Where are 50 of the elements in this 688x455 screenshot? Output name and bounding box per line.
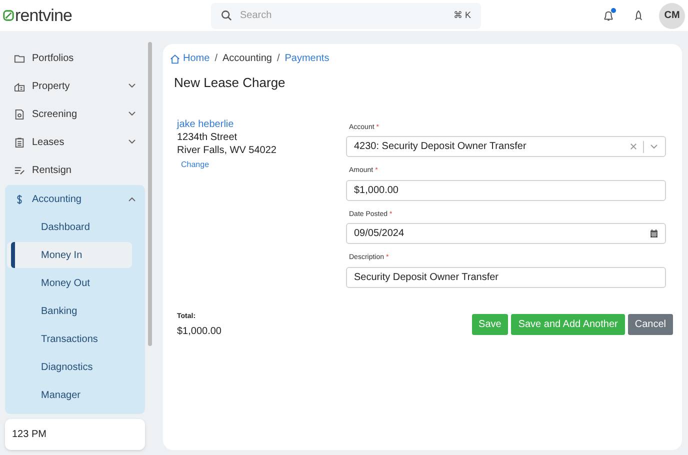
signature-icon	[14, 164, 25, 176]
bell-icon[interactable]	[603, 10, 614, 22]
breadcrumb-link[interactable]: Home	[170, 51, 210, 66]
logo-text: rentvine	[15, 7, 72, 24]
sidebar-subitem[interactable]: Manager	[7, 382, 132, 408]
folder-icon	[14, 52, 25, 64]
scrollbar[interactable]	[148, 42, 152, 346]
footer-label: 123 PM	[5, 419, 145, 450]
sidebar-subitem[interactable]: Diagnostics	[7, 354, 132, 380]
breadcrumb-text: Accounting	[222, 52, 272, 66]
sidebar-item[interactable]: Rentsign	[5, 156, 145, 184]
sidebar-item[interactable]: Property	[5, 72, 145, 100]
cancel-button[interactable]: Cancel	[628, 314, 673, 335]
rocket-icon[interactable]	[634, 10, 643, 21]
input-field[interactable]: $1,000.00	[346, 180, 666, 200]
search-field[interactable]: Search	[240, 8, 446, 23]
document-icon	[14, 108, 25, 120]
tenant-name-link[interactable]: jake heberlie	[177, 118, 347, 130]
input-field[interactable]: Security Deposit Owner Transfer	[346, 266, 666, 288]
selection-bar	[11, 242, 15, 268]
clear-icon	[630, 143, 637, 150]
sidebar-subitem[interactable]: Money Out	[7, 270, 132, 296]
sidebar-subitem[interactable]: Banking	[7, 298, 132, 324]
breadcrumb-link[interactable]: Payments	[284, 51, 330, 66]
breadcrumb-separator: /	[276, 52, 280, 66]
change-link[interactable]: Change	[181, 158, 210, 170]
sidebar-item[interactable]: Leases	[5, 128, 145, 156]
keyboard-shortcut: ⌘ K	[453, 8, 471, 22]
search-icon	[221, 10, 232, 21]
search-bar[interactable]: Search ⌘ K	[211, 2, 481, 28]
sidebar-item[interactable]: Accounting	[5, 185, 145, 213]
address-line: 1234th Street	[177, 130, 238, 144]
user-avatar[interactable]: CM	[659, 2, 685, 28]
sidebar-subitem[interactable]: Dashboard	[7, 214, 132, 240]
address-line: River Falls, WV 54022	[177, 144, 278, 156]
building-icon	[14, 80, 25, 92]
page-title: New Lease Charge	[174, 74, 286, 92]
sidebar-subitem[interactable]: Money In	[7, 242, 132, 268]
total-amount: $1,000.00	[177, 325, 222, 339]
calendar-icon	[650, 229, 658, 238]
account-select[interactable]: 4230: Security Deposit Owner Transfer	[346, 136, 666, 157]
chevron-down-icon	[650, 144, 658, 149]
breadcrumb-separator: /	[214, 52, 218, 66]
sidebar-item[interactable]: Screening	[5, 100, 145, 128]
sidebar-subitem[interactable]: Transactions	[7, 326, 132, 352]
home-icon	[170, 54, 180, 64]
dollar-icon	[14, 194, 25, 204]
date-field[interactable]: 09/05/2024	[346, 223, 666, 244]
sidebar-item[interactable]: Portfolios	[5, 44, 145, 72]
clipboard-icon	[14, 136, 25, 148]
